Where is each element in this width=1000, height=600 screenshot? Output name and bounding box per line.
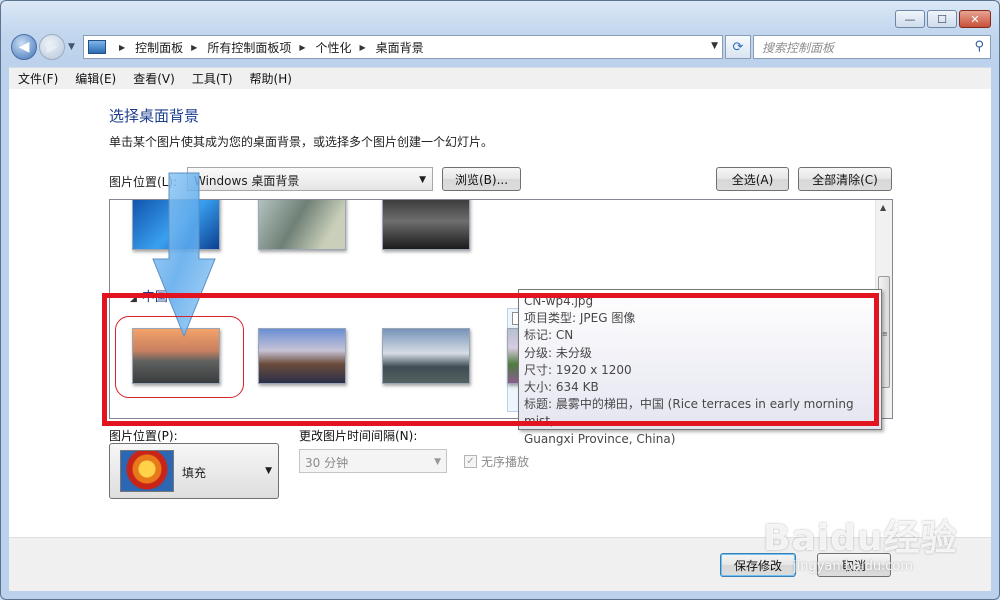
flower-preview-icon bbox=[120, 450, 174, 492]
picture-position-label: 图片位置(P): bbox=[109, 429, 178, 443]
baidu-logo: Baidu经验 bbox=[763, 518, 958, 559]
breadcrumb-desktop-background[interactable]: 桌面背景 bbox=[376, 39, 424, 56]
control-panel-icon bbox=[88, 40, 106, 54]
checkmark-icon: ✓ bbox=[464, 455, 477, 468]
menu-help[interactable]: 帮助(H) bbox=[241, 70, 300, 87]
navigation-bar: ◀ ▶ ▼ ▶ 控制面板 ▶ 所有控制面板项 ▶ 个性化 ▶ 桌面背景 ▼ ⟳ … bbox=[9, 34, 991, 62]
woman-windswept-thumb[interactable] bbox=[258, 200, 346, 250]
forward-arrow-icon: ▶ bbox=[46, 39, 58, 55]
interval-select[interactable]: 30 分钟 ▼ bbox=[299, 449, 447, 473]
menu-edit[interactable]: 编辑(E) bbox=[66, 70, 124, 87]
browse-button[interactable]: 浏览(B)... bbox=[442, 167, 521, 191]
page-description: 单击某个图片使其成为您的桌面背景，或选择多个图片创建一个幻灯片。 bbox=[109, 135, 494, 149]
breadcrumb-separator-icon[interactable]: ▶ bbox=[191, 43, 197, 52]
picture-position-value: 填充 bbox=[182, 466, 207, 480]
page-title: 选择桌面背景 bbox=[109, 107, 200, 125]
refresh-button[interactable]: ⟳ bbox=[725, 35, 751, 59]
menu-file[interactable]: 文件(F) bbox=[9, 70, 66, 87]
interval-label: 更改图片时间间隔(N): bbox=[299, 429, 418, 443]
caption-buttons: — ☐ ✕ bbox=[895, 10, 991, 28]
address-history-dropdown-icon[interactable]: ▼ bbox=[711, 41, 718, 51]
shuffle-label: 无序播放 bbox=[481, 455, 530, 469]
scrollbar-grip-icon: ≡ bbox=[882, 330, 888, 338]
search-icon[interactable]: ⚲ bbox=[974, 39, 984, 54]
menu-tools[interactable]: 工具(T) bbox=[183, 70, 241, 87]
silver-car-thumb[interactable] bbox=[382, 200, 470, 250]
chevron-down-icon: ▼ bbox=[265, 466, 272, 476]
breadcrumb-personalization[interactable]: 个性化 bbox=[316, 39, 352, 56]
menu-bar: 文件(F) 编辑(E) 查看(V) 工具(T) 帮助(H) bbox=[9, 67, 991, 89]
window-frame: — ☐ ✕ ◀ ▶ ▼ ▶ 控制面板 ▶ 所有控制面板项 ▶ 个性化 ▶ 桌面背… bbox=[0, 0, 1000, 600]
baidu-url: jingyan.baidu.com bbox=[793, 559, 913, 574]
recent-pages-dropdown-icon[interactable]: ▼ bbox=[68, 42, 75, 52]
back-button[interactable]: ◀ bbox=[11, 34, 37, 60]
shuffle-checkbox[interactable]: ✓ 无序播放 bbox=[464, 453, 529, 470]
selection-circle-annotation bbox=[115, 316, 244, 398]
breadcrumb-separator-icon[interactable]: ▶ bbox=[299, 43, 305, 52]
forward-button[interactable]: ▶ bbox=[39, 34, 65, 60]
search-input[interactable]: 搜索控制面板 ⚲ bbox=[753, 35, 991, 59]
close-button[interactable]: ✕ bbox=[959, 10, 991, 28]
breadcrumb-all-items[interactable]: 所有控制面板项 bbox=[207, 39, 291, 56]
chevron-down-icon: ▼ bbox=[419, 175, 426, 185]
breadcrumb-separator-icon[interactable]: ▶ bbox=[119, 43, 125, 52]
search-placeholder: 搜索控制面板 bbox=[762, 40, 835, 55]
refresh-icon: ⟳ bbox=[732, 39, 744, 55]
maximize-button[interactable]: ☐ bbox=[927, 10, 957, 28]
tooltip-title-cont: Guangxi Province, China) bbox=[524, 431, 676, 446]
clear-all-button[interactable]: 全部清除(C) bbox=[798, 167, 892, 191]
picture-location-select[interactable]: Windows 桌面背景 ▼ bbox=[187, 167, 433, 191]
scroll-up-icon[interactable]: ▲ bbox=[880, 203, 886, 212]
back-arrow-icon: ◀ bbox=[18, 39, 30, 55]
breadcrumb-control-panel[interactable]: 控制面板 bbox=[135, 39, 183, 56]
interval-value: 30 分钟 bbox=[305, 456, 349, 470]
address-bar[interactable]: ▶ 控制面板 ▶ 所有控制面板项 ▶ 个性化 ▶ 桌面背景 ▼ bbox=[83, 35, 723, 59]
minimize-button[interactable]: — bbox=[895, 10, 925, 28]
chevron-down-icon: ▼ bbox=[434, 457, 441, 467]
breadcrumb-separator-icon[interactable]: ▶ bbox=[360, 43, 366, 52]
menu-view[interactable]: 查看(V) bbox=[124, 70, 183, 87]
picture-position-select[interactable]: 填充 ▼ bbox=[109, 443, 279, 499]
select-all-button[interactable]: 全选(A) bbox=[716, 167, 789, 191]
